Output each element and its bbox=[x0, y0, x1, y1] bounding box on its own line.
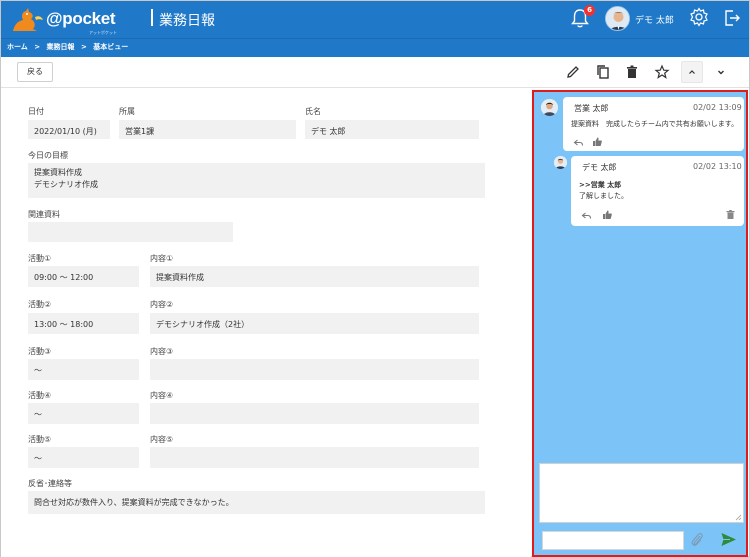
comment-text: 提案資料 完成したらチーム内で共有お願いします。 bbox=[571, 120, 739, 128]
activity-label: 活動④ bbox=[28, 391, 52, 400]
content-label: 内容① bbox=[150, 254, 174, 263]
avatar[interactable] bbox=[605, 6, 630, 31]
breadcrumb: ホーム > 業務日報 > 基本ビュー bbox=[7, 42, 132, 52]
header-divider bbox=[151, 9, 153, 26]
comment-panel: 営業 太郎 02/02 13:09 提案資料 完成したらチーム内で共有お願いしま… bbox=[532, 90, 748, 557]
content-label: 内容⑤ bbox=[150, 435, 174, 444]
goal-label: 今日の目標 bbox=[28, 151, 68, 160]
logo-subtext: アットポケット bbox=[89, 30, 117, 35]
logo-text: @pocket bbox=[46, 9, 116, 28]
activity-time: ～ bbox=[28, 447, 139, 468]
resize-handle-icon[interactable] bbox=[734, 513, 742, 521]
content-label: 内容② bbox=[150, 300, 174, 309]
user-photo-icon bbox=[541, 99, 558, 116]
star-icon[interactable] bbox=[654, 64, 670, 80]
trash-icon[interactable] bbox=[624, 64, 640, 80]
comment-time: 02/02 13:09 bbox=[693, 103, 742, 112]
notification-badge: 6 bbox=[584, 5, 595, 16]
attachment-field[interactable] bbox=[542, 531, 684, 550]
content-field: 提案資料作成 bbox=[150, 266, 479, 287]
dept-label: 所属 bbox=[119, 107, 135, 116]
breadcrumb-separator: > bbox=[80, 43, 87, 51]
comment-card: 営業 太郎 02/02 13:09 提案資料 完成したらチーム内で共有お願いしま… bbox=[563, 97, 744, 151]
activity-label: 活動① bbox=[28, 254, 52, 263]
content-field bbox=[150, 403, 479, 424]
related-label: 関連資料 bbox=[28, 210, 60, 219]
notes-field: 問合せ対応が数件入り、提案資料が完成できなかった。 bbox=[28, 491, 485, 514]
breadcrumb-view[interactable]: 基本ビュー bbox=[93, 43, 128, 51]
content-field: デモシナリオ作成（2社） bbox=[150, 313, 479, 334]
dept-field: 営業1課 bbox=[119, 120, 296, 139]
activity-time: 13:00 ～ 18:00 bbox=[28, 313, 139, 334]
name-field: デモ 太郎 bbox=[305, 120, 479, 139]
goal-field: 提案資料作成 デモシナリオ作成 bbox=[28, 163, 485, 198]
report-form: 日付 2022/01/10 (月) 所属 営業1課 氏名 デモ 太郎 今日の目標… bbox=[1, 88, 531, 557]
goal-line: デモシナリオ作成 bbox=[34, 180, 98, 189]
user-photo-icon bbox=[554, 156, 567, 169]
back-button[interactable]: 戻る bbox=[17, 62, 53, 82]
pencil-icon[interactable] bbox=[565, 64, 581, 80]
avatar bbox=[554, 156, 567, 169]
related-field bbox=[28, 222, 233, 242]
toolbar: 戻る bbox=[1, 57, 749, 88]
gear-icon[interactable] bbox=[689, 7, 709, 27]
comment-reply-mention: >>営業 太郎 bbox=[579, 181, 622, 189]
breadcrumb-home[interactable]: ホーム bbox=[7, 43, 28, 51]
comment-text: 了解しました。 bbox=[579, 192, 628, 200]
reply-icon[interactable] bbox=[581, 210, 592, 221]
breadcrumb-separator: > bbox=[34, 43, 41, 51]
paperclip-icon[interactable] bbox=[689, 531, 705, 549]
content-field bbox=[150, 447, 479, 468]
page-title: 業務日報 bbox=[159, 12, 215, 28]
kangaroo-icon bbox=[13, 8, 43, 31]
notes-label: 反省･連絡等 bbox=[28, 479, 72, 488]
activity-time: 09:00 ～ 12:00 bbox=[28, 266, 139, 287]
thumbs-up-icon[interactable] bbox=[592, 136, 603, 147]
trash-icon[interactable] bbox=[725, 209, 736, 220]
activity-label: 活動⑤ bbox=[28, 435, 52, 444]
date-label: 日付 bbox=[28, 107, 44, 116]
activity-time: ～ bbox=[28, 403, 139, 424]
chevron-up-icon bbox=[689, 70, 695, 74]
logout-icon[interactable] bbox=[722, 8, 742, 28]
avatar bbox=[541, 99, 558, 116]
activity-time: ～ bbox=[28, 359, 139, 380]
reply-icon[interactable] bbox=[573, 137, 584, 148]
comment-time: 02/02 13:10 bbox=[693, 162, 742, 171]
activity-label: 活動② bbox=[28, 300, 52, 309]
app-header: @pocket アットポケット 業務日報 6 デモ 太郎 bbox=[1, 1, 749, 38]
name-label: 氏名 bbox=[305, 107, 321, 116]
content-field bbox=[150, 359, 479, 380]
thumbs-up-icon[interactable] bbox=[602, 209, 613, 220]
content-label: 内容④ bbox=[150, 391, 174, 400]
comment-card: デモ 太郎 02/02 13:10 >>営業 太郎 了解しました。 bbox=[571, 156, 744, 226]
activity-label: 活動③ bbox=[28, 347, 52, 356]
user-name[interactable]: デモ 太郎 bbox=[635, 13, 674, 26]
breadcrumb-app[interactable]: 業務日報 bbox=[47, 43, 75, 51]
copy-icon[interactable] bbox=[595, 64, 611, 80]
breadcrumb-bar: ホーム > 業務日報 > 基本ビュー bbox=[1, 38, 749, 57]
send-icon[interactable] bbox=[720, 531, 737, 548]
content-label: 内容③ bbox=[150, 347, 174, 356]
chevron-down-icon[interactable] bbox=[713, 64, 729, 80]
app-logo[interactable]: @pocket アットポケット bbox=[9, 7, 119, 35]
user-photo-icon bbox=[606, 7, 629, 30]
prev-record-button[interactable] bbox=[681, 61, 703, 83]
comment-textarea[interactable] bbox=[539, 463, 744, 523]
comment-author: 営業 太郎 bbox=[574, 104, 609, 113]
goal-line: 提案資料作成 bbox=[34, 168, 82, 177]
date-field: 2022/01/10 (月) bbox=[28, 120, 110, 139]
comment-author: デモ 太郎 bbox=[582, 163, 617, 172]
